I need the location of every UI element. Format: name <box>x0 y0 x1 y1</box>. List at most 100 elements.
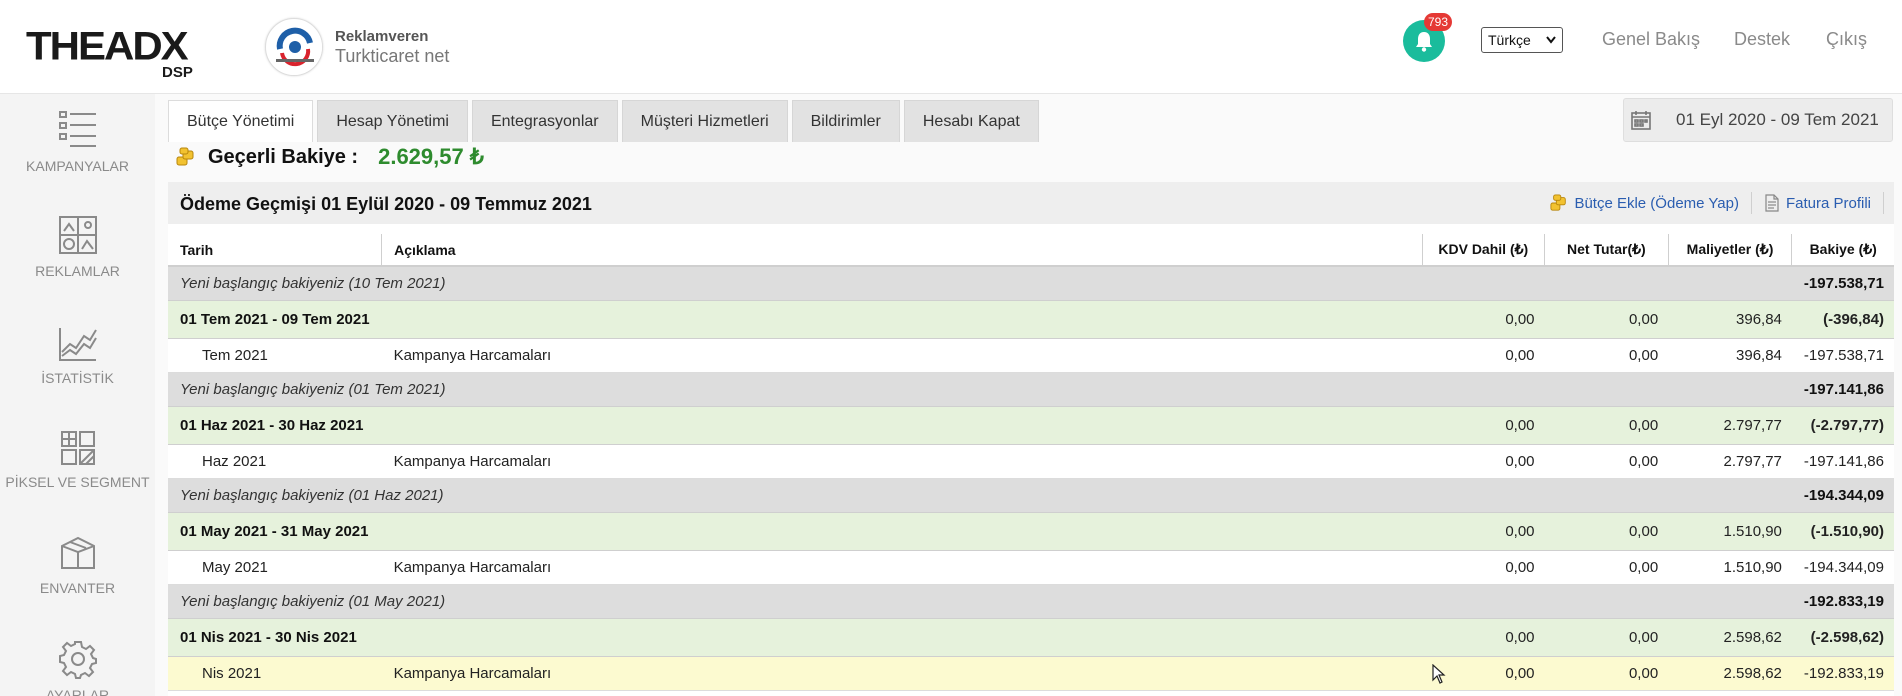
sidebar-item-label: İSTATİSTİK <box>41 370 114 386</box>
table-row[interactable]: Nis 2021 Kampanya Harcamaları 0,00 0,00 2.59… <box>168 656 1894 691</box>
cost-cell: 2.797,77 <box>1668 444 1792 479</box>
description-cell: Kampanya Harcamaları <box>381 656 1423 691</box>
gear-icon <box>58 641 97 679</box>
description-cell: Kampanya Harcamaları <box>381 550 1423 585</box>
description-cell: Kampanya Harcamaları <box>381 444 1423 479</box>
starting-balance-value: -197.141,86 <box>1791 372 1894 407</box>
sidebar-item-label: AYARLAR <box>45 687 110 696</box>
calendar-icon <box>1631 111 1651 130</box>
period-summary-row[interactable]: 01 Haz 2021 - 30 Haz 2021 0,00 0,00 2.797,7… <box>168 406 1894 445</box>
payment-history-title: Ödeme Geçmişi 01 Eylül 2020 - 09 Temmuz … <box>180 194 592 214</box>
description-cell <box>381 618 1423 657</box>
date-range-text: 01 Eyl 2020 - 09 Tem 2021 <box>1676 110 1879 129</box>
chevron-down-icon <box>1546 36 1556 44</box>
net-amount-cell: 0,00 <box>1544 656 1669 691</box>
table-row[interactable]: May 2021 Kampanya Harcamaları 0,00 0,00 1.51… <box>168 550 1894 585</box>
period-summary-row[interactable]: 01 Tem 2021 - 09 Tem 2021 0,00 0,00 396,84(… <box>168 300 1894 339</box>
sidebar-item-pixel-segment[interactable]: PİKSEL VE SEGMENT <box>0 430 155 490</box>
vat-included-cell: 0,00 <box>1422 550 1545 585</box>
tab-customer-services[interactable]: Müşteri Hizmetleri <box>621 100 788 142</box>
date-cell: 01 May 2021 - 31 May 2021 <box>168 512 382 551</box>
inventory-box-icon <box>60 536 95 569</box>
vat-included-cell: 0,00 <box>1422 512 1545 551</box>
date-cell: Haz 2021 <box>168 444 382 479</box>
sidebar-item-label: PİKSEL VE SEGMENT <box>5 474 150 490</box>
tab-account-management[interactable]: Hesap Yönetimi <box>317 100 468 142</box>
balance-value: 2.629,57 ₺ <box>378 144 484 169</box>
starting-balance-row: Yeni başlangıç bakiyeniz (01 Haz 2021) -1… <box>168 478 1894 513</box>
top-header: THEADX DSP Reklamveren Turkticaret net 7… <box>0 0 1902 94</box>
add-budget-label: Bütçe Ekle (Ödeme Yap) <box>1574 194 1739 212</box>
notification-count-badge: 793 <box>1424 13 1453 31</box>
col-net-amount-header[interactable]: Net Tutar(₺) <box>1544 234 1669 267</box>
sidebar-item-statistics[interactable]: İSTATİSTİK <box>0 326 155 386</box>
net-amount-cell: 0,00 <box>1544 338 1669 373</box>
ads-gallery-icon <box>58 216 97 254</box>
balance-cell: (-2.797,77) <box>1791 406 1894 445</box>
date-range-picker[interactable]: 01 Eyl 2020 - 09 Tem 2021 <box>1623 98 1893 142</box>
table-row[interactable]: Tem 2021 Kampanya Harcamaları 0,00 0,00 396,… <box>168 338 1894 373</box>
language-select[interactable]: Türkçe <box>1481 27 1563 53</box>
starting-balance-text: Yeni başlangıç bakiyeniz (01 Haz 2021) <box>168 478 1792 513</box>
tab-integrations[interactable]: Entegrasyonlar <box>471 100 618 142</box>
description-cell <box>381 406 1423 445</box>
col-vat-included-header[interactable]: KDV Dahil (₺) <box>1422 234 1546 267</box>
col-balance-header[interactable]: Bakiye (₺) <box>1791 234 1894 267</box>
payment-history-panel: Ödeme Geçmişi 01 Eylül 2020 - 09 Temmuz … <box>168 182 1894 696</box>
balance-cell: -197.141,86 <box>1791 444 1894 479</box>
nav-overview-link[interactable]: Genel Bakış <box>1602 29 1700 50</box>
balance-cell: (-2.598,62) <box>1791 618 1894 657</box>
net-amount-cell: 0,00 <box>1544 618 1669 657</box>
date-cell: Tem 2021 <box>168 338 382 373</box>
payment-history-header: Ödeme Geçmişi 01 Eylül 2020 - 09 Temmuz … <box>168 182 1894 224</box>
cost-cell: 2.598,62 <box>1668 618 1792 657</box>
tab-close-account[interactable]: Hesabı Kapat <box>903 100 1039 142</box>
nav-support-link[interactable]: Destek <box>1734 29 1790 50</box>
starting-balance-value: -197.538,71 <box>1791 266 1894 301</box>
col-description-header[interactable]: Açıklama <box>381 234 1423 267</box>
payment-history-rows: Yeni başlangıç bakiyeniz (10 Tem 2021) -1… <box>168 266 1894 691</box>
advertiser-logo <box>265 18 323 76</box>
sidebar-item-settings[interactable]: AYARLAR <box>0 639 155 696</box>
balance-label: Geçerli Bakiye : <box>208 145 359 168</box>
table-row[interactable]: Haz 2021 Kampanya Harcamaları 0,00 0,00 2.79… <box>168 444 1894 479</box>
col-date-header[interactable]: Tarih <box>168 234 383 267</box>
tab-budget-management[interactable]: Bütçe Yönetimi <box>168 100 314 142</box>
date-cell: Nis 2021 <box>168 656 382 691</box>
invoice-profile-button[interactable]: Fatura Profili <box>1752 192 1884 214</box>
sidebar-item-inventory[interactable]: ENVANTER <box>0 534 155 596</box>
nav-logout-link[interactable]: Çıkış <box>1826 29 1867 50</box>
net-amount-cell: 0,00 <box>1544 300 1669 339</box>
starting-balance-text: Yeni başlangıç bakiyeniz (01 Tem 2021) <box>168 372 1792 407</box>
starting-balance-value: -194.344,09 <box>1791 478 1894 513</box>
balance-cell: -197.538,71 <box>1791 338 1894 373</box>
date-cell: 01 Tem 2021 - 09 Tem 2021 <box>168 300 382 339</box>
sidebar-item-ads[interactable]: REKLAMLAR <box>0 215 155 279</box>
col-costs-header[interactable]: Maliyetler (₺) <box>1668 234 1793 267</box>
balance-cell: (-1.510,90) <box>1791 512 1894 551</box>
description-cell <box>381 512 1423 551</box>
language-selected: Türkçe <box>1488 32 1531 48</box>
advertiser-role: Reklamveren <box>335 28 429 45</box>
logo-text: THEADX <box>26 23 189 68</box>
advertiser-info: Reklamveren Turkticaret net <box>335 28 449 67</box>
add-budget-button[interactable]: Bütçe Ekle (Ödeme Yap) <box>1538 192 1752 214</box>
date-cell: 01 Nis 2021 - 30 Nis 2021 <box>168 618 382 657</box>
logo-subtext: DSP <box>162 64 193 81</box>
sidebar-item-campaigns[interactable]: KAMPANYALAR <box>0 108 155 174</box>
payment-history-actions: Bütçe Ekle (Ödeme Yap) Fatura Profili <box>1538 192 1884 214</box>
tab-notifications[interactable]: Bildirimler <box>791 100 900 142</box>
date-cell: May 2021 <box>168 550 382 585</box>
period-summary-row[interactable]: 01 Nis 2021 - 30 Nis 2021 0,00 0,00 2.598,6… <box>168 618 1894 657</box>
theadx-logo[interactable]: THEADX DSP <box>26 23 206 81</box>
statistics-chart-icon <box>58 328 97 361</box>
net-amount-cell: 0,00 <box>1544 550 1669 585</box>
vat-included-cell: 0,00 <box>1422 444 1545 479</box>
balance-cell: -192.833,19 <box>1791 656 1894 691</box>
payment-history-table: Tarih Açıklama KDV Dahil (₺) Net Tutar(₺… <box>168 234 1894 691</box>
cost-cell: 2.797,77 <box>1668 406 1792 445</box>
period-summary-row[interactable]: 01 May 2021 - 31 May 2021 0,00 0,00 1.510,9… <box>168 512 1894 551</box>
campaigns-list-icon <box>58 111 96 147</box>
sidebar-item-label: REKLAMLAR <box>35 263 120 279</box>
cost-cell: 2.598,62 <box>1668 656 1792 691</box>
